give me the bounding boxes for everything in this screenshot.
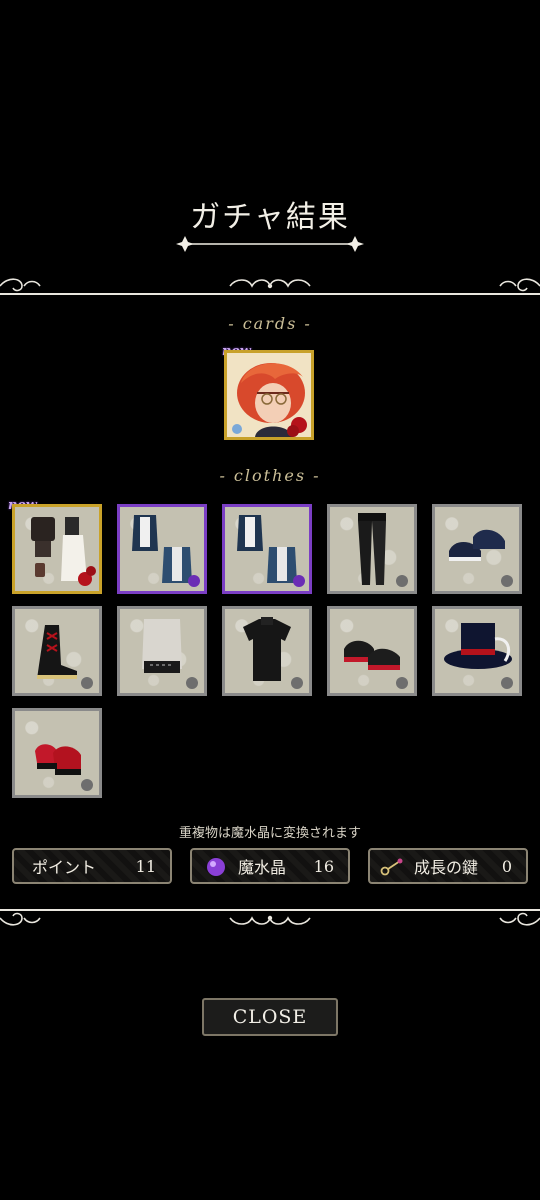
close-button[interactable]: CLOSE	[202, 998, 338, 1036]
clothes-item-9[interactable]	[327, 606, 417, 696]
clothes-item-4[interactable]	[327, 504, 417, 594]
clothes-item-1[interactable]	[12, 504, 102, 594]
clothes-item-10[interactable]	[432, 606, 522, 696]
clothes-item-5[interactable]	[432, 504, 522, 594]
clothes-item-8[interactable]	[222, 606, 312, 696]
clothes-item-7[interactable]	[117, 606, 207, 696]
title-ornament	[176, 236, 364, 252]
points-value: 11	[135, 856, 156, 876]
red-sneakers-icon	[344, 640, 408, 689]
blue-jacket-set-icon	[237, 515, 305, 587]
clothes-item-11[interactable]	[12, 708, 102, 798]
points-label: ポイント	[32, 858, 97, 877]
laced-boots-icon	[37, 625, 93, 689]
top-hat-icon	[444, 623, 513, 689]
page-title: ガチャ結果	[190, 200, 350, 235]
character-card[interactable]	[224, 350, 314, 440]
conversion-notice: 重複物は魔水晶に変換されます	[178, 826, 361, 841]
growth-key-counter: 成長の鍵 0	[368, 848, 528, 884]
growth-key-label: 成長の鍵	[414, 858, 479, 877]
clothes-item-6[interactable]	[12, 606, 102, 696]
clothes-section-label: - clothes -	[219, 466, 321, 485]
black-shirt-icon	[243, 617, 303, 689]
red-heels-icon	[35, 744, 93, 791]
clothes-item-2[interactable]	[117, 504, 207, 594]
crystal-value: 16	[313, 856, 334, 876]
black-pants-icon	[358, 513, 408, 587]
divider-top	[0, 272, 540, 302]
crystal-label: 魔水晶	[238, 858, 287, 877]
outfit-set-icon	[31, 517, 96, 586]
divider-bottom	[0, 902, 540, 932]
white-shirt-icon	[142, 619, 198, 689]
key-icon	[380, 858, 403, 876]
crystal-counter: 魔水晶 16	[190, 848, 350, 884]
blue-jacket-set-icon	[132, 515, 200, 587]
character-portrait-icon	[227, 353, 311, 437]
crystal-icon	[207, 858, 225, 876]
growth-key-value: 0	[501, 856, 512, 876]
navy-shoes-icon	[449, 529, 513, 587]
points-counter: ポイント 11	[12, 848, 172, 884]
cards-section-label: - cards -	[228, 314, 312, 333]
clothes-item-3[interactable]	[222, 504, 312, 594]
